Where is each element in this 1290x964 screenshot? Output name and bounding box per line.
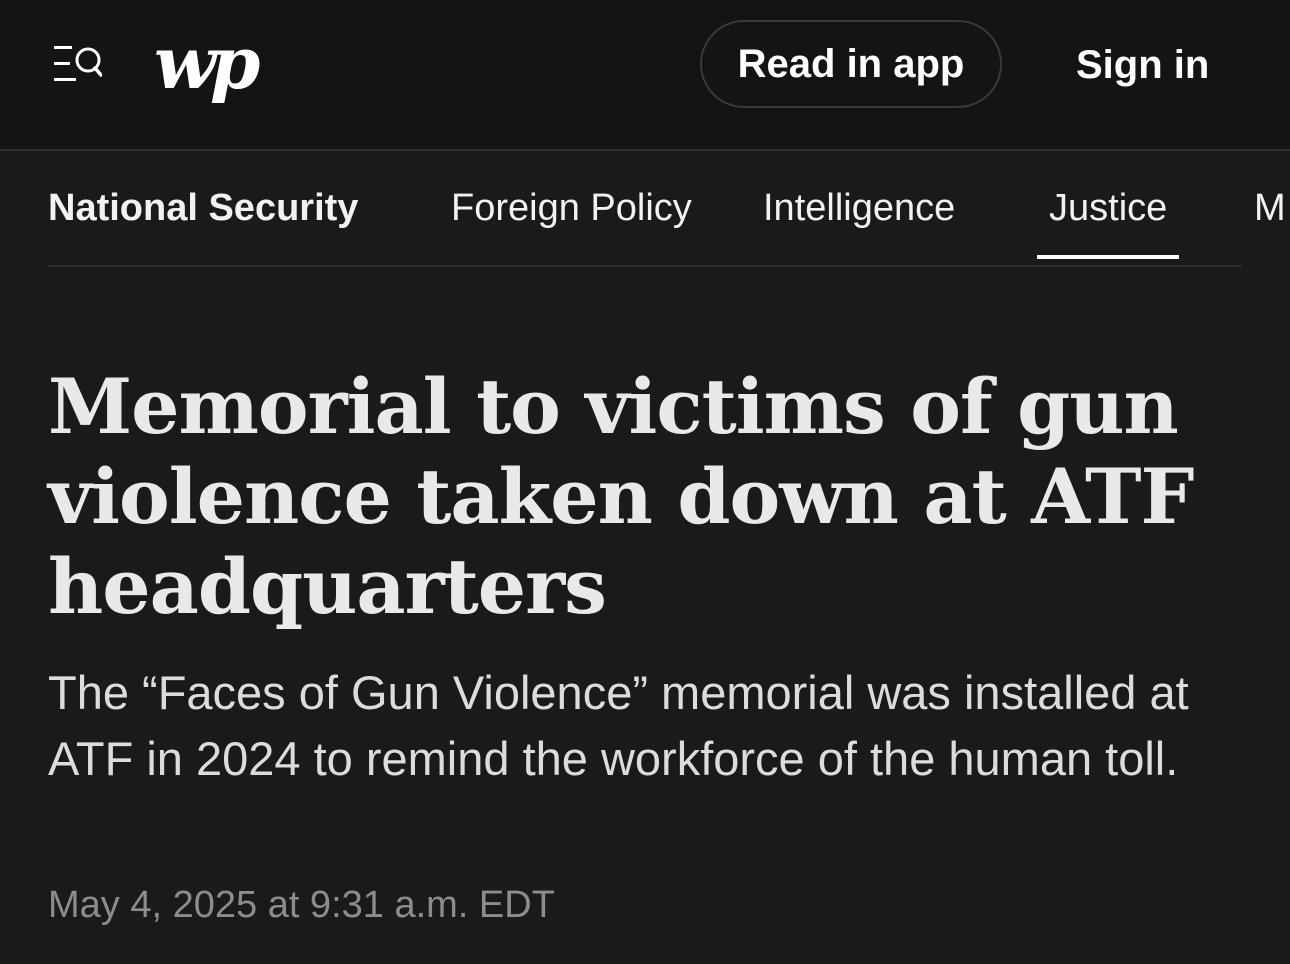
article-dek: The “Faces of Gun Violence” memorial was…: [48, 666, 1189, 785]
subnav-item-intelligence[interactable]: Intelligence: [763, 185, 955, 231]
top-bar: wp Read in app Sign in: [0, 0, 1290, 151]
article-timestamp: May 4, 2025 at 9:31 a.m. EDT: [48, 884, 555, 926]
subnav-item-foreign-policy[interactable]: Foreign Policy: [451, 185, 692, 231]
subnav-item-national-security[interactable]: National Security: [48, 185, 358, 231]
washington-post-logo[interactable]: wp: [154, 22, 260, 104]
read-in-app-button[interactable]: Read in app: [700, 20, 1002, 108]
section-subnav: National Security Foreign Policy Intelli…: [0, 153, 1290, 267]
menu-search-icon[interactable]: [54, 44, 102, 84]
subnav-item-justice[interactable]: Justice: [1036, 185, 1180, 259]
subnav-divider: [48, 265, 1242, 267]
sign-in-button[interactable]: Sign in: [1062, 30, 1223, 100]
article-headline: Memorial to victims of gun violence take…: [48, 362, 1194, 631]
subnav-item-more[interactable]: M: [1254, 185, 1286, 231]
